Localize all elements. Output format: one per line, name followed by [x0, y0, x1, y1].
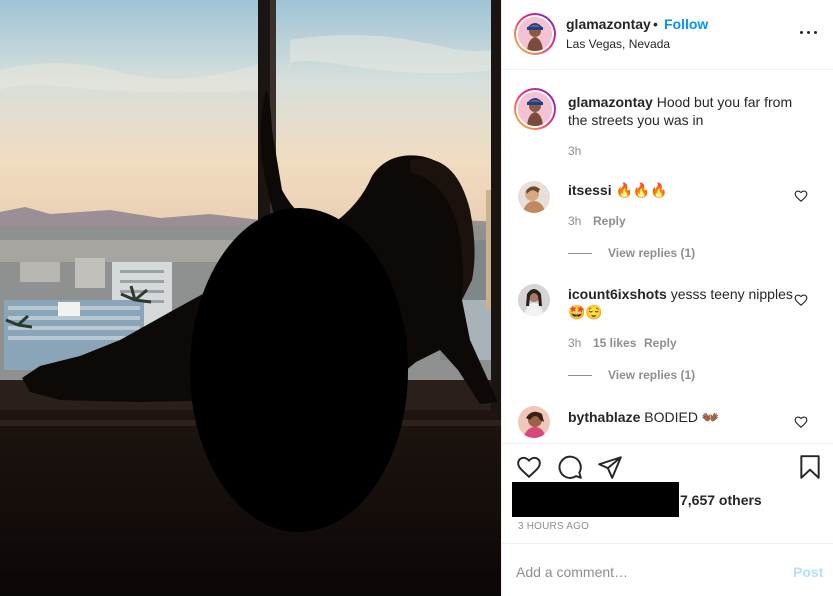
caption-text-block: glamazontay Hood but you far from the st… [568, 93, 808, 129]
reply-button[interactable]: Reply [644, 336, 677, 350]
comment-username[interactable]: bythablaze [568, 409, 640, 425]
separator-dot: • [653, 16, 658, 32]
profile-picture [518, 181, 550, 213]
profile-picture [518, 284, 550, 316]
post-actions: 7,657 others 3 HOURS AGO [502, 443, 833, 543]
view-replies-button[interactable]: View replies (1) [568, 246, 695, 260]
comment-icon[interactable] [557, 454, 583, 480]
post-photo[interactable] [0, 0, 501, 596]
comment-username[interactable]: icount6ixshots [568, 286, 667, 302]
profile-picture [518, 17, 552, 51]
profile-picture [518, 92, 552, 126]
post-header: glamazontay • Follow Las Vegas, Nevada [502, 0, 833, 70]
comment-username[interactable]: itsessi [568, 182, 612, 198]
comment-avatar[interactable] [518, 284, 550, 316]
avatar[interactable] [514, 13, 556, 55]
post-image [0, 0, 501, 596]
paper-plane-icon[interactable] [597, 454, 623, 480]
add-comment-input[interactable] [516, 558, 776, 586]
header-username[interactable]: glamazontay [566, 16, 651, 32]
caption-avatar[interactable] [514, 88, 556, 130]
divider-line [568, 253, 592, 255]
post-comment-button[interactable]: Post [793, 564, 823, 580]
comment-like-heart-icon[interactable] [794, 189, 808, 203]
comment-like-heart-icon[interactable] [794, 293, 808, 307]
comment-likes-count[interactable]: 15 likes [593, 336, 636, 350]
profile-picture [518, 406, 550, 438]
location-link[interactable]: Las Vegas, Nevada [566, 37, 670, 51]
divider-line [568, 375, 592, 377]
bookmark-icon[interactable] [797, 454, 823, 480]
comment-text-block: itsessi 🔥🔥🔥 [568, 181, 798, 199]
heart-icon[interactable] [516, 454, 542, 480]
comment-text: 🔥🔥🔥 [615, 182, 668, 198]
view-replies-button[interactable]: View replies (1) [568, 368, 695, 382]
caption-time[interactable]: 3h [568, 144, 581, 158]
redacted-liked-by [512, 482, 679, 517]
more-horizontal-icon[interactable] [796, 22, 822, 42]
follow-button[interactable]: Follow [664, 16, 708, 32]
post-sidebar: glamazontay • Follow Las Vegas, Nevada g… [501, 0, 833, 596]
comment-avatar[interactable] [518, 181, 550, 213]
comment-like-heart-icon[interactable] [794, 415, 808, 429]
add-comment-bar: Post [502, 543, 833, 596]
comment-text: BODIED 👐🏾 [644, 409, 720, 425]
caption-username[interactable]: glamazontay [568, 94, 653, 110]
comments-list[interactable]: glamazontay Hood but you far from the st… [502, 71, 833, 443]
comment-text-block: bythablaze BODIED 👐🏾 [568, 408, 798, 426]
post-timestamp[interactable]: 3 HOURS AGO [518, 521, 589, 532]
comment-avatar[interactable] [518, 406, 550, 438]
likes-count[interactable]: 7,657 others [680, 492, 762, 508]
comment-time[interactable]: 3h [568, 336, 581, 350]
comment-text-block: icount6ixshots yesss teeny nipples 🤩😌 [568, 285, 798, 321]
comment-time[interactable]: 3h [568, 214, 581, 228]
reply-button[interactable]: Reply [593, 214, 626, 228]
